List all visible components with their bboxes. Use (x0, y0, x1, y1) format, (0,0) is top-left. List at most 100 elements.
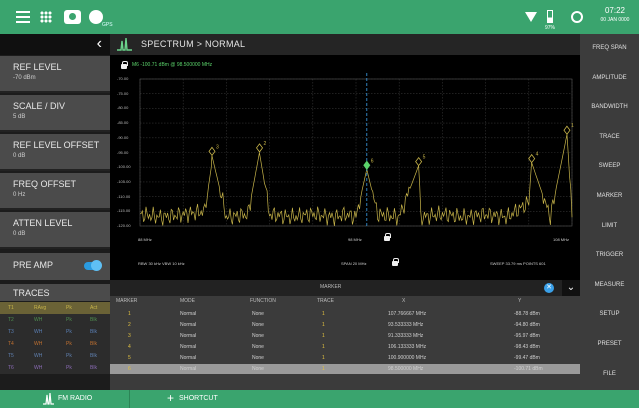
trace-state: Blk (90, 341, 97, 347)
cell-y: -94.80 dBm (514, 322, 540, 328)
marker-2[interactable] (256, 143, 264, 153)
divider (129, 390, 130, 408)
marker-1[interactable] (563, 125, 571, 135)
param-scale-div[interactable]: SCALE / DIV 5 dB (0, 95, 110, 132)
marker-label: 2 (264, 141, 267, 147)
menu-amplitude[interactable]: AMPLITUDE (580, 64, 639, 92)
trace-row[interactable]: T3 WH Pk Blk (0, 326, 110, 338)
spectrum-plot[interactable]: M6 -100.71 dBm @ 98.500000 MHz -70.00 -75… (110, 55, 580, 280)
menu-trigger[interactable]: TRIGGER (580, 241, 639, 269)
col-x: X (402, 298, 406, 304)
marker-table-row[interactable]: 4 Normal None 1 106.133333 MHz -98.43 dBm (110, 342, 580, 352)
cell-y: -95.97 dBm (514, 333, 540, 339)
cell-marker: 6 (128, 366, 131, 372)
trace-mode: WH (34, 317, 43, 323)
traces-header[interactable]: TRACES (0, 284, 110, 301)
sweep-label[interactable]: SWEEP 33.79 ms POINTS 601 (490, 261, 546, 266)
shortcut-button[interactable]: SHORTCUT (179, 395, 218, 402)
marker-table-row[interactable]: 6 Normal None 1 98.500000 MHz -100.71 dBm (110, 364, 580, 374)
marker-4[interactable] (528, 153, 536, 164)
col-function: FUNCTION (250, 298, 276, 304)
preamp-row: PRE AMP (0, 253, 110, 280)
trace-mode: RAvg (34, 305, 47, 311)
col-trace: TRACE (317, 298, 334, 304)
marker-3[interactable] (208, 146, 216, 157)
spectrum-logo-icon (117, 37, 132, 51)
menu-bandwidth[interactable]: BANDWIDTH (580, 93, 639, 121)
trace-row[interactable]: T5 WH Pk Blk (0, 350, 110, 362)
menu-measure[interactable]: MEASURE (580, 271, 639, 299)
menu-setup[interactable]: SETUP (580, 300, 639, 328)
param-freq-offset[interactable]: FREQ OFFSET 0 Hz (0, 173, 110, 210)
trace-det: Pk (66, 317, 72, 323)
rbw-vbw-label[interactable]: RBW 30 kHz VBW 10 kHz (138, 261, 185, 266)
cell-function: None (252, 355, 264, 361)
marker-table-title: MARKER (320, 284, 342, 290)
clock-time: 07:22 (604, 6, 626, 15)
col-y: Y (518, 298, 522, 304)
settings-circle-icon[interactable] (571, 11, 583, 23)
menu-icon[interactable] (16, 11, 30, 23)
cell-x: 106.133333 MHz (388, 344, 427, 350)
trace-mode: WH (34, 329, 43, 335)
close-icon[interactable]: ✕ (544, 283, 554, 293)
span-lock-icon[interactable] (392, 258, 399, 266)
param-ref-level-offset[interactable]: REF LEVEL OFFSET 0 dB (0, 134, 110, 171)
marker-table-row[interactable]: 3 Normal None 1 91.333333 MHz -95.97 dBm (110, 331, 580, 341)
trace-state: Blk (90, 317, 97, 323)
bottom-bar: FM RADIO + SHORTCUT (0, 390, 639, 408)
cell-function: None (252, 333, 264, 339)
trace-state: Blk (90, 353, 97, 359)
marker-5[interactable] (415, 156, 423, 167)
menu-marker[interactable]: MARKER (580, 182, 639, 210)
cell-x: 100.900000 MHz (388, 355, 427, 361)
param-ref-level[interactable]: REF LEVEL -70 dBm (0, 56, 110, 93)
x-start-label: 88 MHz (138, 237, 152, 242)
chevron-down-icon[interactable]: ⌄ (562, 280, 580, 296)
mode-label[interactable]: FM RADIO (58, 395, 92, 402)
cell-mode: Normal (180, 344, 197, 350)
cell-mode: Normal (180, 311, 197, 317)
trace-row[interactable]: T2 WH Pk Blk (0, 314, 110, 326)
trace-mode: WH (34, 341, 43, 347)
gps-icon[interactable] (89, 10, 103, 24)
fm-radio-icon (43, 392, 54, 405)
menu-trace[interactable]: TRACE (580, 123, 639, 151)
span-label[interactable]: SPAN 20 MHz (341, 261, 367, 266)
marker-6[interactable] (363, 160, 371, 170)
trace-name: T6 (8, 365, 14, 371)
trace-row[interactable]: T1 RAvg Pk Act (0, 302, 110, 314)
preamp-toggle[interactable] (84, 260, 102, 271)
spectrum-trace-svg[interactable]: 1 2 3 4 5 6 (110, 55, 580, 280)
trace-row[interactable]: T4 WH Pk Blk (0, 338, 110, 350)
chevron-left-icon: ‹ (96, 35, 102, 52)
marker-label: 3 (216, 144, 219, 150)
param-label: FREQ OFFSET (13, 179, 76, 189)
camera-icon[interactable] (64, 10, 81, 24)
menu-sweep[interactable]: SWEEP (580, 152, 639, 180)
collapse-panel-button[interactable]: ‹ (0, 34, 110, 55)
cell-y: -98.43 dBm (514, 344, 540, 350)
marker-table-header: MARKER ✕ ⌄ (110, 280, 580, 296)
x-center-label: 98 MHz (348, 237, 362, 242)
trace-row[interactable]: T6 WH Pk Blk (0, 362, 110, 374)
marker-table-row[interactable]: 2 Normal None 1 93.533333 MHz -94.80 dBm (110, 320, 580, 330)
menu-limit[interactable]: LIMIT (580, 212, 639, 240)
grid-icon[interactable] (40, 11, 52, 23)
marker-table-row[interactable]: 1 Normal None 1 107.766667 MHz -88.78 dBm (110, 309, 580, 319)
plus-icon[interactable]: + (167, 391, 174, 405)
trace-name: T2 (8, 317, 14, 323)
cell-x: 93.533333 MHz (388, 322, 424, 328)
marker-label: 5 (423, 155, 426, 161)
menu-freq-span[interactable]: FREQ SPAN (580, 34, 639, 62)
cell-y: -100.71 dBm (514, 366, 543, 372)
trace-det: Pk (66, 341, 72, 347)
marker-table-columns: MARKER MODE FUNCTION TRACE X Y (110, 298, 580, 308)
param-value: 0 dB (13, 153, 26, 159)
marker-table-row[interactable]: 5 Normal None 1 100.900000 MHz -99.47 dBm (110, 353, 580, 363)
left-panel: ‹ REF LEVEL -70 dBm SCALE / DIV 5 dB REF… (0, 34, 110, 390)
menu-file[interactable]: FILE (580, 360, 639, 388)
menu-preset[interactable]: PRESET (580, 330, 639, 358)
center-lock-icon[interactable] (384, 233, 391, 241)
param-atten-level[interactable]: ATTEN LEVEL 0 dB (0, 212, 110, 249)
